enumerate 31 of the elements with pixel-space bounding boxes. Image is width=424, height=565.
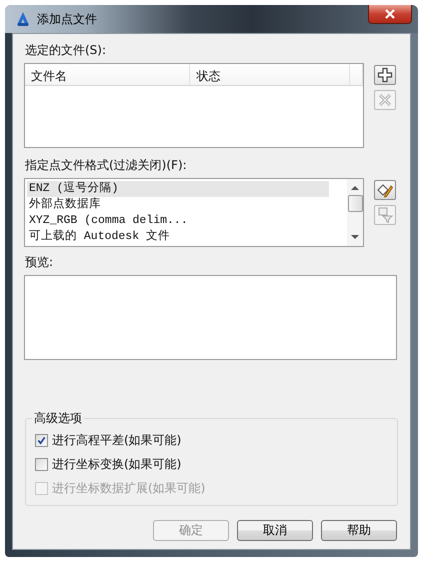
edit-format-button[interactable] — [374, 180, 396, 200]
section-label: 选定的文件(S): — [25, 42, 108, 59]
cross-icon — [377, 92, 393, 108]
option-checkbox[interactable]: 进行坐标变换(如果可能) — [35, 455, 389, 473]
close-button[interactable] — [368, 5, 412, 24]
up-arrow-icon — [351, 185, 359, 190]
option-checkbox[interactable]: 进行高程平差(如果可能) — [35, 431, 389, 449]
column-header[interactable]: 状态 — [190, 64, 350, 85]
close-icon — [385, 9, 395, 19]
section-label: 预览: — [25, 254, 54, 271]
checkbox[interactable] — [35, 434, 48, 446]
check-icon — [37, 436, 46, 444]
pencil-icon — [377, 182, 393, 198]
window-title: 添加点文件 — [37, 10, 98, 28]
scroll-thumb[interactable] — [348, 195, 362, 212]
funnel-icon — [377, 207, 393, 223]
list-item[interactable]: 可上载的 Autodesk 文件 — [27, 229, 329, 245]
dialog-button[interactable]: 取消 — [237, 520, 313, 541]
list-item[interactable]: 外部点数据库 — [27, 197, 329, 213]
plus-icon — [377, 67, 393, 83]
scrollbar[interactable] — [347, 179, 363, 246]
checkbox[interactable] — [35, 458, 48, 470]
list-item[interactable]: ENZ (逗号分隔) — [27, 181, 329, 197]
dialog-button[interactable]: 帮助 — [321, 520, 397, 541]
column-header[interactable]: 文件名 — [25, 64, 190, 85]
section-label: 指定点文件格式(过滤关闭)(F): — [25, 157, 188, 174]
app-icon — [15, 11, 31, 27]
list-item[interactable]: XYZ_RGB (comma delim... — [27, 213, 329, 229]
add-button[interactable] — [374, 65, 396, 85]
down-arrow-icon — [351, 235, 359, 240]
group-title: 高级选项 — [32, 410, 84, 427]
